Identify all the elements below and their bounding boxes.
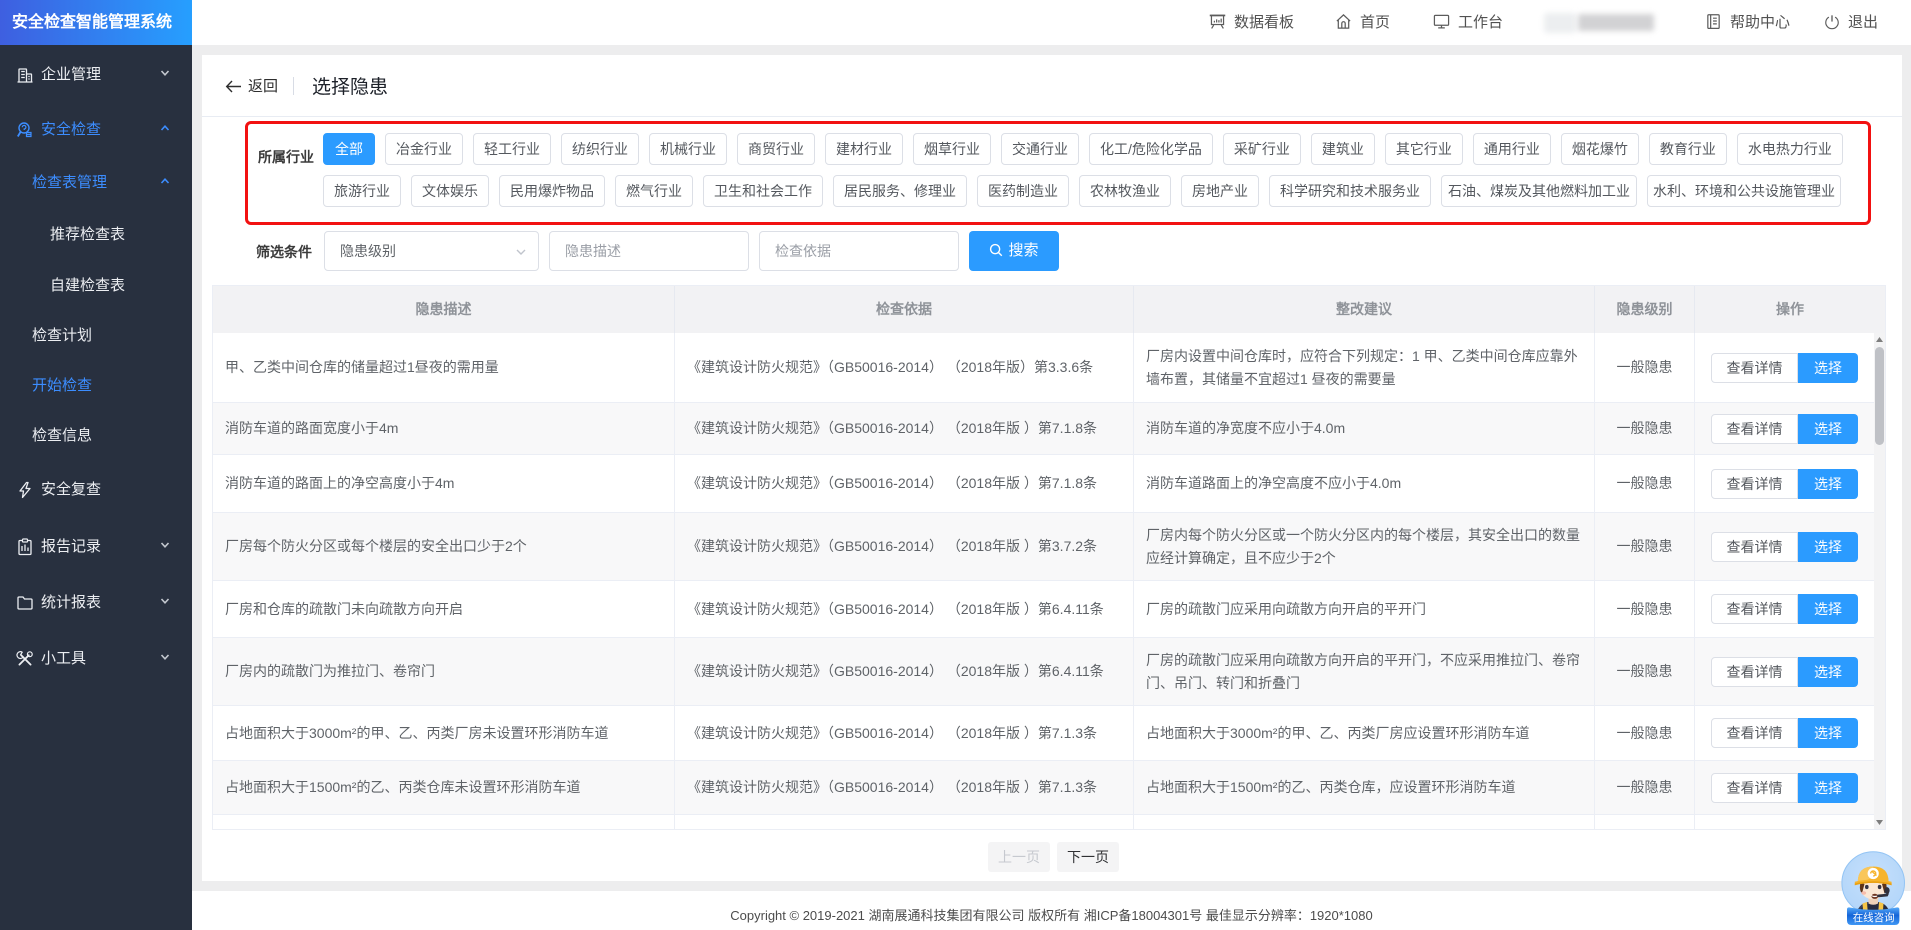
svg-text:在线咨询: 在线咨询 [1853,911,1895,924]
